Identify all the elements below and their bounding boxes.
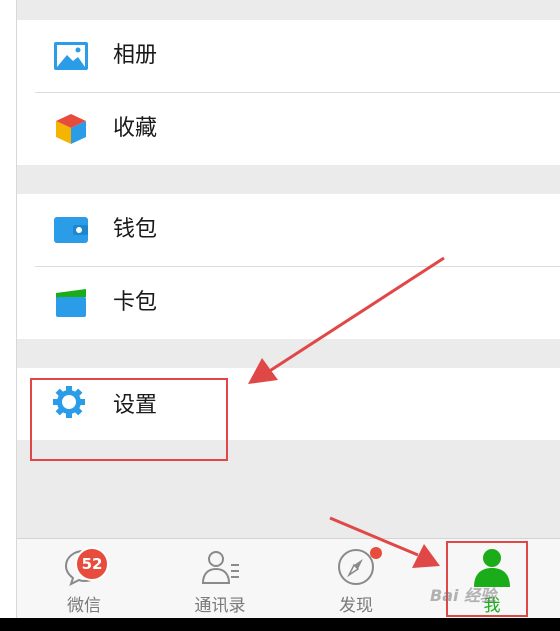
contacts-icon <box>201 551 239 584</box>
watermark: Bai 经验 <box>430 586 497 605</box>
menu-item-wallet[interactable]: 钱包 <box>17 194 560 266</box>
card-pack-icon <box>56 289 86 317</box>
settings-highlight-box <box>30 378 228 461</box>
wallet-icon <box>54 217 88 243</box>
menu-item-album-label: 相册 <box>113 43 158 68</box>
menu-item-album[interactable]: 相册 <box>17 20 560 92</box>
new-content-dot <box>370 547 382 559</box>
menu-group-wallet-cards: 钱包 卡包 <box>17 194 560 339</box>
tab-discover-label: 发现 <box>339 596 373 616</box>
tab-contacts-label: 通讯录 <box>194 596 246 616</box>
tab-chats-label: 微信 <box>67 596 101 616</box>
system-bottom-bar <box>0 618 560 631</box>
album-icon <box>54 42 88 70</box>
menu-item-wallet-label: 钱包 <box>113 217 158 242</box>
me-screen: 相册 收藏 钱包 卡包 设置 微信 通讯录 发现 我 <box>16 0 560 619</box>
menu-item-favorites-label: 收藏 <box>113 116 158 141</box>
menu-group-album-favorites: 相册 收藏 <box>17 20 560 165</box>
menu-item-cards-label: 卡包 <box>113 290 158 315</box>
menu-item-cards[interactable]: 卡包 <box>17 267 560 339</box>
unread-badge: 52 <box>75 547 109 581</box>
cube-icon <box>56 114 86 144</box>
tab-contacts[interactable]: 通讯录 <box>175 539 265 619</box>
menu-item-favorites[interactable]: 收藏 <box>17 93 560 165</box>
tab-discover[interactable]: 发现 <box>311 539 401 619</box>
